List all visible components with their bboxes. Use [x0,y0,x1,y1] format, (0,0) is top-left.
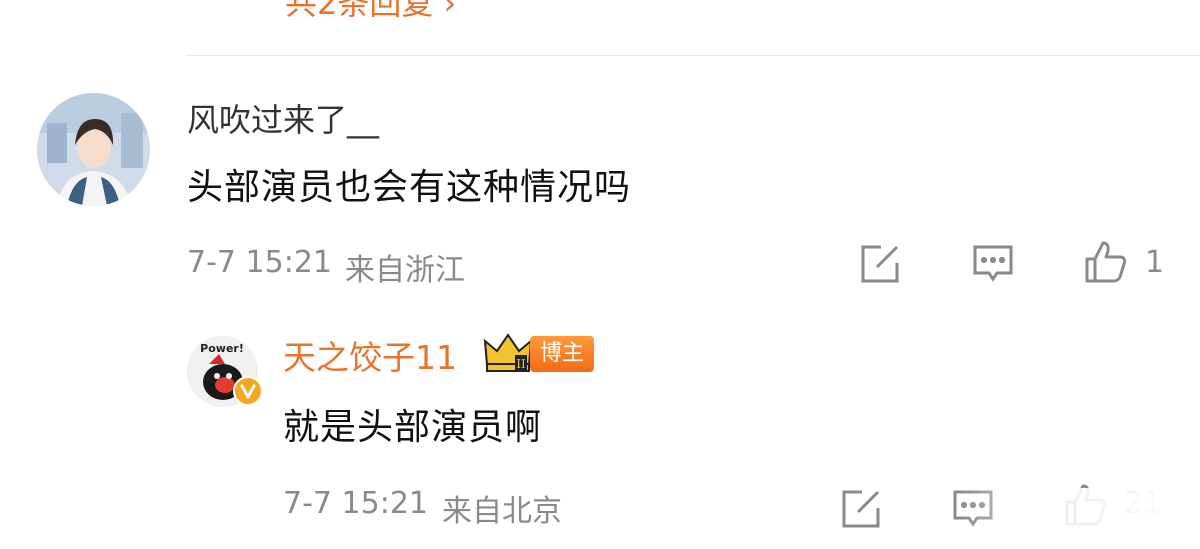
watermark-fade [960,488,1200,549]
reply-location: 来自北京 [442,494,562,529]
crown-badge-icon: II [483,331,533,373]
comment-username[interactable]: 风吹过来了__ [187,95,379,141]
thumbs-up-icon[interactable] [1083,239,1129,285]
comment-text: 头部演员也会有这种情况吗 [187,167,632,208]
share-edit-icon[interactable] [857,241,903,287]
avatar[interactable] [37,93,150,206]
verified-v-icon [233,376,263,406]
divider [186,55,1200,56]
share-edit-icon[interactable] [838,486,884,532]
avatar-label: Power! [200,342,244,355]
reply-time: 7-7 15:21 [283,486,428,521]
comment-location: 来自浙江 [345,253,465,288]
reply-username[interactable]: 天之饺子11 [283,331,457,379]
reply-text: 就是头部演员啊 [283,407,543,448]
comment-bubble-icon[interactable] [970,241,1016,287]
svg-text:II: II [516,357,526,371]
comment-time: 7-7 15:21 [187,245,332,280]
like-count: 1 [1145,245,1165,280]
view-replies-link[interactable]: 共2条回复 › [285,0,456,24]
blogger-badge: 博主 [530,336,595,372]
